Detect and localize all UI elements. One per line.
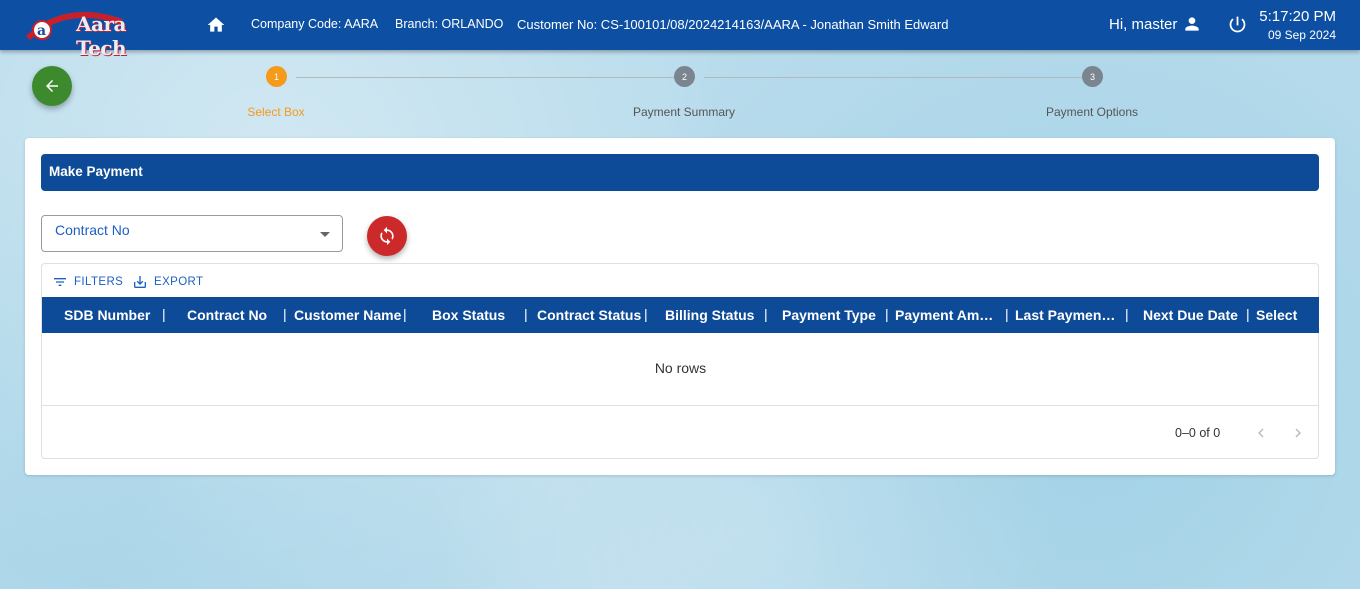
aara-tech-logo[interactable]: a Aara Tech (25, 8, 176, 60)
app-header: a Aara Tech Company Code: AARA Branch: O… (0, 0, 1360, 60)
column-separator[interactable]: | (1246, 306, 1250, 322)
step-3-indicator[interactable]: 3 (1082, 66, 1103, 87)
svg-text:a: a (37, 23, 46, 39)
column-header-contract-status[interactable]: Contract Status (537, 307, 642, 323)
column-separator[interactable]: | (885, 306, 889, 322)
step-2-label: Payment Summary (632, 105, 736, 119)
column-separator[interactable]: | (764, 306, 768, 322)
next-page-button[interactable] (1289, 424, 1307, 442)
column-separator[interactable]: | (644, 306, 648, 322)
column-separator[interactable]: | (403, 306, 407, 322)
footer-divider (42, 405, 1319, 406)
column-header-billing-status[interactable]: Billing Status (665, 307, 760, 323)
column-header-customer-name[interactable]: Customer Name (294, 307, 404, 323)
filters-button[interactable]: FILTERS (52, 274, 123, 290)
caret-down-icon (320, 232, 330, 237)
column-header-sdb-number[interactable]: SDB Number (64, 307, 154, 323)
column-separator[interactable]: | (162, 306, 166, 322)
logo-text: Aara Tech (76, 12, 127, 60)
table-header-row: SDB Number | Contract No | Customer Name… (42, 297, 1319, 333)
column-header-next-due-date[interactable]: Next Due Date (1143, 307, 1238, 323)
step-connector (704, 77, 1082, 78)
chevron-right-icon (1295, 428, 1301, 438)
column-header-last-payment[interactable]: Last Payment ... (1015, 307, 1119, 323)
chevron-left-icon (1258, 428, 1264, 438)
user-greeting: Hi, master (1109, 16, 1178, 33)
filter-icon (54, 278, 66, 286)
back-button[interactable] (32, 66, 72, 106)
column-header-contract-no[interactable]: Contract No (187, 307, 277, 323)
home-icon[interactable] (206, 15, 226, 35)
column-header-box-status[interactable]: Box Status (432, 307, 512, 323)
column-header-payment-amount[interactable]: Payment Amo... (895, 307, 999, 323)
download-icon (134, 276, 146, 288)
refresh-icon (380, 226, 394, 246)
refresh-button[interactable] (367, 216, 407, 256)
export-label: EXPORT (154, 276, 204, 288)
column-header-select[interactable]: Select (1256, 307, 1314, 323)
column-header-payment-type[interactable]: Payment Type (782, 307, 877, 323)
arrow-left-icon (46, 80, 58, 92)
clock-date: 09 Sep 2024 (1267, 28, 1336, 42)
contract-no-select-label: Contract No (55, 222, 130, 238)
make-payment-card: Make Payment Contract No FILTERS EXPORT … (25, 138, 1335, 475)
step-1-indicator[interactable]: 1 (266, 66, 287, 87)
pagination-range: 0–0 of 0 (1175, 426, 1221, 440)
branch-name: Branch: ORLANDO (395, 17, 504, 31)
column-separator[interactable]: | (1005, 306, 1009, 322)
company-code: Company Code: AARA (251, 17, 379, 31)
payments-data-grid: FILTERS EXPORT SDB Number | Contract No … (41, 263, 1319, 459)
previous-page-button[interactable] (1252, 424, 1270, 442)
column-separator[interactable]: | (283, 306, 287, 322)
step-3-label: Payment Options (1045, 105, 1139, 119)
step-connector (296, 77, 674, 78)
export-button[interactable]: EXPORT (132, 274, 203, 290)
step-1-label: Select Box (247, 105, 305, 119)
step-2-indicator[interactable]: 2 (674, 66, 695, 87)
clock-time: 5:17:20 PM (1259, 8, 1336, 25)
column-separator[interactable]: | (1125, 306, 1129, 322)
customer-number: Customer No: CS-100101/08/2024214163/AAR… (517, 17, 949, 32)
filters-label: FILTERS (74, 276, 124, 288)
card-title: Make Payment (41, 154, 1319, 191)
column-separator[interactable]: | (524, 306, 528, 322)
contract-no-select[interactable]: Contract No (41, 215, 343, 252)
power-icon[interactable] (1227, 14, 1248, 35)
user-icon[interactable] (1182, 14, 1202, 34)
empty-state-message: No rows (654, 360, 707, 376)
